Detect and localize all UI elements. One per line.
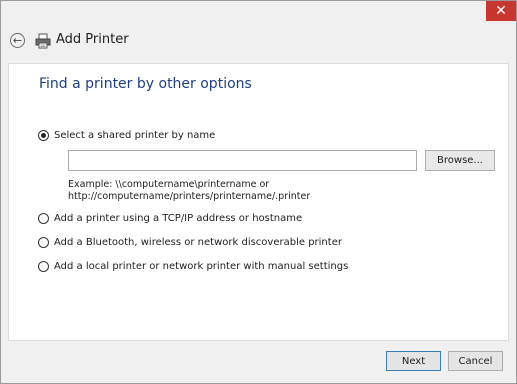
window-title: Add Printer (56, 32, 129, 47)
option-shared-printer[interactable]: Select a shared printer by name (38, 130, 215, 141)
example-line-1: Example: \\computername\printername or (68, 179, 270, 190)
option-label: Add a printer using a TCP/IP address or … (54, 213, 303, 224)
example-text: Example: \\computername\printername or h… (68, 179, 310, 203)
option-tcpip[interactable]: Add a printer using a TCP/IP address or … (38, 213, 302, 224)
next-button[interactable]: Next (386, 351, 441, 371)
option-label: Add a Bluetooth, wireless or network dis… (54, 237, 342, 248)
browse-button[interactable]: Browse... (425, 150, 495, 171)
close-icon: ✕ (495, 3, 507, 19)
page-heading: Find a printer by other options (39, 76, 252, 92)
printer-icon (35, 33, 51, 49)
close-button[interactable]: ✕ (486, 1, 516, 21)
radio-local-manual[interactable] (38, 261, 49, 272)
example-line-2: http://computername/printers/printername… (68, 191, 311, 202)
option-label: Select a shared printer by name (54, 130, 216, 141)
option-local-manual[interactable]: Add a local printer or network printer w… (38, 261, 348, 272)
radio-bluetooth-wireless[interactable] (38, 237, 49, 248)
radio-shared-printer[interactable] (38, 130, 49, 141)
option-label: Add a local printer or network printer w… (54, 261, 349, 272)
add-printer-window: ✕ ← Add Printer Find a printer by other … (0, 0, 517, 384)
wizard-content: Find a printer by other options Select a… (8, 63, 509, 341)
radio-tcpip[interactable] (38, 213, 49, 224)
title-bar: ✕ ← Add Printer (1, 1, 516, 64)
shared-printer-name-input[interactable] (68, 150, 417, 171)
option-bluetooth-wireless[interactable]: Add a Bluetooth, wireless or network dis… (38, 237, 342, 248)
back-arrow-icon[interactable]: ← (10, 33, 25, 48)
cancel-button[interactable]: Cancel (448, 351, 503, 371)
